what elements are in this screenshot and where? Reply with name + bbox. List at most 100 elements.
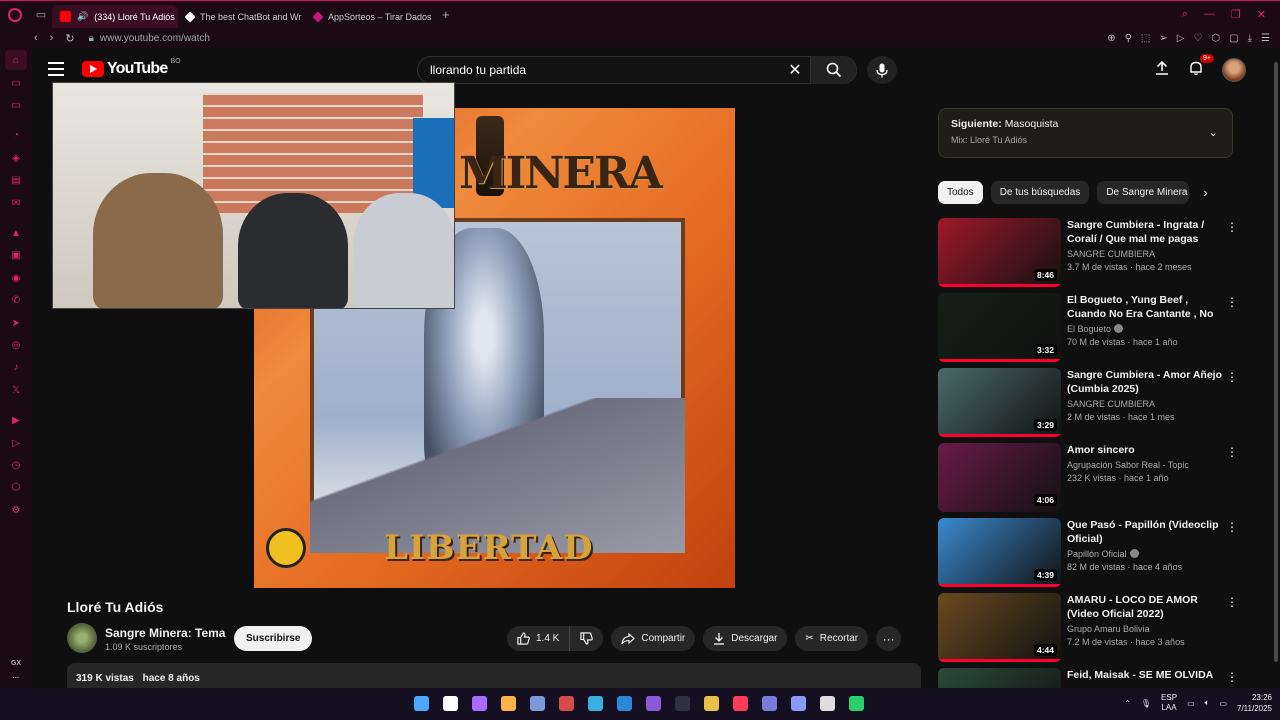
app-icon[interactable] (526, 692, 548, 714)
recommendation-item[interactable]: 4:39 Que Pasó - Papillón (Videoclip Ofici… (938, 518, 1238, 593)
x-icon[interactable]: 𝕏 (0, 379, 32, 401)
flow-icon[interactable]: ➢ (1159, 33, 1167, 44)
recommendation-item[interactable]: 4:06 Amor sincero Agrupación Sabor Real - … (938, 443, 1238, 518)
settings-icon[interactable]: ⚙ (0, 499, 32, 521)
video-title[interactable]: Sangre Cumbiera - Ingrata / Coralí / Que… (1067, 218, 1222, 246)
player-icon[interactable]: ▷ (0, 432, 32, 454)
zoom-icon[interactable]: ⊕ (1107, 33, 1115, 44)
tab-appsorteos[interactable]: AppSorteos – Tirar Dados (306, 5, 434, 29)
voice-search-button[interactable] (867, 56, 897, 84)
download-button[interactable]: Descargar (703, 626, 788, 651)
create-button[interactable] (1154, 60, 1170, 81)
discord-icon[interactable] (787, 692, 809, 714)
more-vert-icon[interactable]: ⋮ (1226, 445, 1238, 459)
whatsapp-icon[interactable]: ✆ (0, 290, 32, 312)
clear-search-icon[interactable]: ✕ (780, 60, 810, 80)
tab-youtube[interactable]: 🔊 (334) Lloré Tu Adiós (52, 4, 178, 29)
wallet-icon[interactable]: ▢ (1229, 33, 1238, 44)
more-vert-icon[interactable]: ⋮ (1226, 370, 1238, 384)
more-vert-icon[interactable]: ⋮ (1226, 295, 1238, 309)
channel-avatar[interactable] (67, 623, 97, 653)
new-tab-icon[interactable]: + (434, 7, 458, 22)
dislike-button[interactable] (570, 626, 603, 651)
visual-studio-icon[interactable] (642, 692, 664, 714)
vscode-icon[interactable] (613, 692, 635, 714)
video-title[interactable]: Que Pasó - Papillón (Videoclip Oficial) (1067, 518, 1222, 546)
terminal-icon[interactable] (671, 692, 693, 714)
tab-strip-icon[interactable]: ▭ (0, 72, 32, 94)
subscribe-button[interactable]: Suscribirse (234, 626, 313, 651)
tab-chatbot[interactable]: The best ChatBot and Wr (178, 5, 306, 29)
like-button[interactable]: 1.4 K (507, 626, 571, 651)
messenger-icon[interactable]: ◉ (0, 267, 32, 289)
aria-icon[interactable]: ◔ (0, 125, 32, 147)
folder-icon[interactable] (700, 692, 722, 714)
extensions-icon[interactable]: ⬡ (0, 477, 32, 499)
channel-name[interactable]: Sangre Minera: Tema (105, 626, 225, 640)
reload-icon[interactable]: ↻ (65, 32, 74, 45)
warning-icon[interactable]: ▲ (0, 222, 32, 244)
speaker-icon[interactable]: 🔊 (77, 11, 88, 22)
menu-icon[interactable] (48, 62, 64, 76)
video-thumbnail[interactable]: 4:06 (938, 443, 1061, 512)
channel-name[interactable]: Papillón Oficial (1067, 549, 1222, 559)
more-actions-button[interactable]: ··· (876, 626, 902, 651)
search-tabs-icon[interactable]: ⌕ (1182, 8, 1188, 21)
url-field[interactable]: 🔒︎ www.youtube.com/watch (89, 33, 210, 44)
download-icon[interactable]: ⤓ (1248, 33, 1252, 44)
easy-setup-icon[interactable]: ☰ (1261, 33, 1270, 44)
whatsapp-icon[interactable] (845, 692, 867, 714)
video-thumbnail[interactable]: 3:32 (938, 293, 1061, 362)
chevron-right-icon[interactable]: › (1203, 185, 1207, 200)
video-icon[interactable]: ▭ (0, 94, 32, 116)
pin-icon[interactable]: ⚲ (1125, 33, 1132, 44)
video-title[interactable]: AMARU - LOCO DE AMOR (Video Oficial 2022… (1067, 593, 1222, 621)
edge-icon[interactable] (584, 692, 606, 714)
share-button[interactable]: Compartir (611, 626, 696, 651)
video-thumbnail[interactable] (938, 668, 1061, 688)
gx-icon[interactable]: GX (11, 660, 21, 667)
channel-name[interactable]: El Bogueto (1067, 324, 1222, 334)
up-next-panel[interactable]: Siguiente: Masoquista Mix: Lloré Tu Adió… (938, 108, 1233, 158)
twitch-icon[interactable]: ▣ (0, 245, 32, 267)
teams-icon[interactable] (758, 692, 780, 714)
more-icon[interactable]: ··· (13, 675, 20, 682)
windows-icon[interactable] (410, 692, 432, 714)
forward-icon[interactable]: › (50, 32, 54, 45)
extensions-icon[interactable]: ⬡ (1211, 33, 1220, 44)
more-vert-icon[interactable]: ⋮ (1226, 520, 1238, 534)
search-button[interactable] (810, 56, 856, 84)
office-icon[interactable] (555, 692, 577, 714)
video-thumbnail[interactable]: 4:44 (938, 593, 1061, 662)
more-vert-icon[interactable]: ⋮ (1226, 220, 1238, 234)
chevron-down-icon[interactable]: ⌄ (1209, 126, 1218, 139)
mail-icon[interactable]: ✉ (0, 192, 32, 214)
language-indicator[interactable]: ESP LAA (1161, 693, 1177, 713)
opera-menu-icon[interactable] (0, 1, 30, 29)
news-icon[interactable]: ▤ (0, 170, 32, 192)
youtube-logo[interactable]: YouTube BO (82, 58, 181, 78)
video-title[interactable]: Amor sincero (1067, 443, 1222, 457)
channel-name[interactable]: SANGRE CUMBIERA (1067, 249, 1222, 259)
network-icon[interactable]: ▭ (1187, 699, 1195, 708)
clock[interactable]: 23:26 7/11/2025 (1237, 692, 1272, 714)
page-scrollbar[interactable] (1272, 48, 1280, 688)
channel-name[interactable]: SANGRE CUMBIERA (1067, 399, 1222, 409)
more-vert-icon[interactable]: ⋮ (1226, 595, 1238, 609)
search-icon[interactable] (439, 692, 461, 714)
more-vert-icon[interactable]: ⋮ (1226, 670, 1238, 684)
player-icon[interactable]: ▷ (1177, 33, 1185, 44)
description-box[interactable]: 319 K vistas hace 8 años (67, 663, 921, 688)
tab-islands-icon[interactable]: ▭ (30, 1, 52, 29)
chip-de-sangre-minera[interactable]: De Sangre Minera (1097, 181, 1190, 204)
snapshot-icon[interactable]: ⬚ (1141, 33, 1150, 44)
chevron-up-icon[interactable]: ⌃ (1124, 699, 1131, 708)
home-icon[interactable]: ⌂ (5, 50, 27, 70)
channel-name[interactable]: Agrupación Sabor Real - Topic (1067, 460, 1222, 470)
copilot-icon[interactable] (468, 692, 490, 714)
ai-icon[interactable]: ◈ (0, 147, 32, 169)
scrollbar-thumb[interactable] (1274, 62, 1278, 662)
recommendation-item[interactable]: Feid, Maisak - SE ME OLVIDA ⋮ (938, 668, 1238, 688)
history-icon[interactable]: ◷ (0, 454, 32, 476)
telegram-icon[interactable]: ➤ (0, 312, 32, 334)
